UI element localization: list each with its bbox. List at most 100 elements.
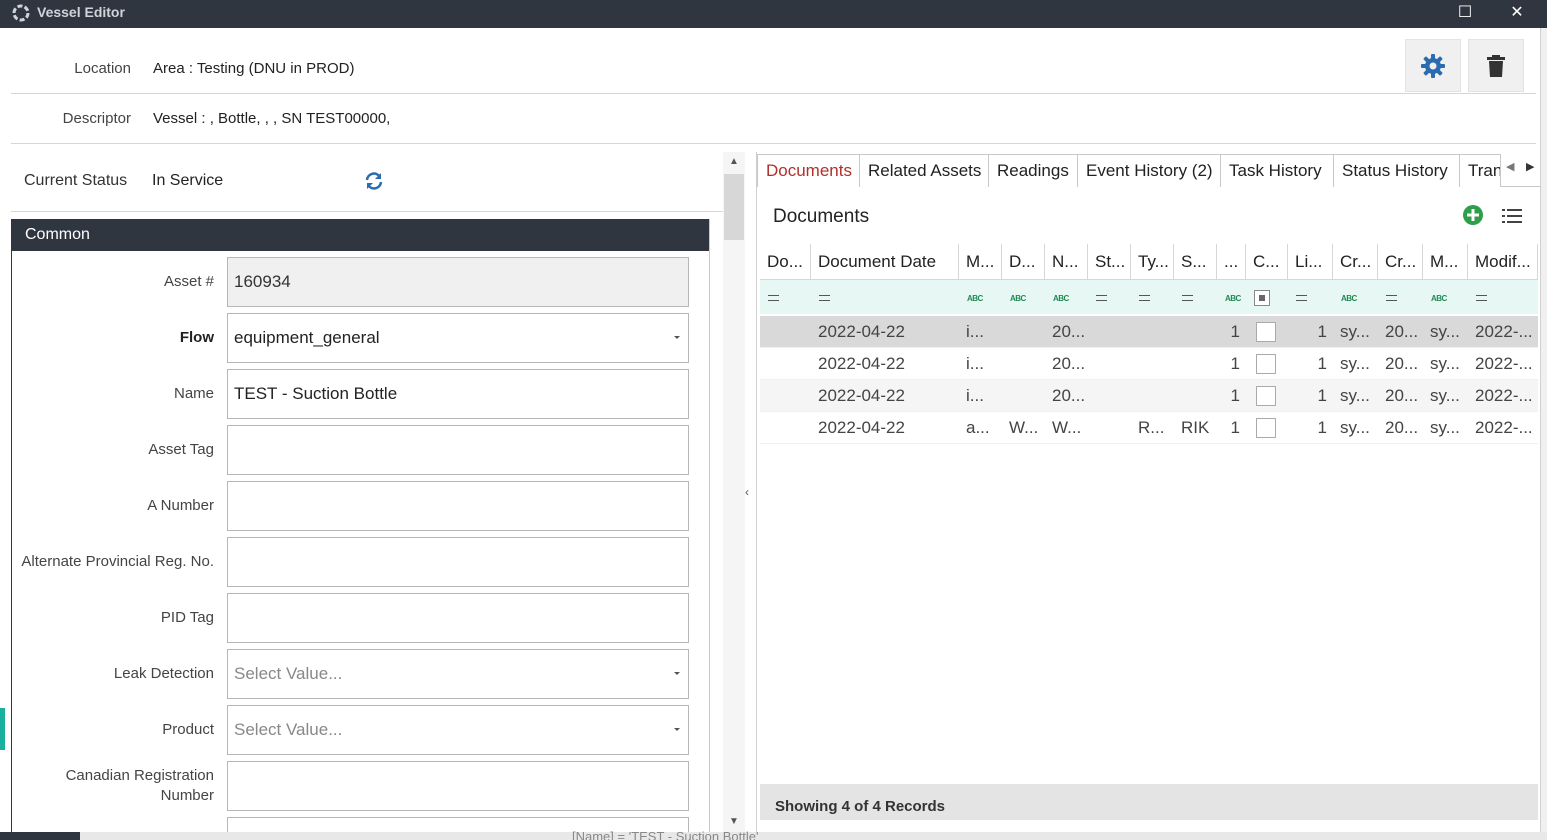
filter-equals-icon[interactable] — [1182, 280, 1217, 314]
canadian-registration-label: Canadian Registration — [65, 767, 214, 784]
alt-provincial-reg-input[interactable] — [227, 537, 689, 587]
column-header[interactable]: N... — [1045, 244, 1088, 280]
table-cell: 2022-... — [1475, 322, 1533, 341]
field-pid-tag: PID Tag — [12, 587, 709, 643]
column-header[interactable]: D... — [1002, 244, 1045, 280]
row-checkbox[interactable] — [1256, 322, 1276, 342]
filter-equals-icon[interactable] — [1296, 280, 1333, 314]
table-cell: sy... — [1340, 322, 1370, 341]
tab-status-history[interactable]: Status History — [1333, 154, 1460, 187]
field-flow: Flow equipment_general — [12, 307, 709, 363]
filter-checkbox-icon[interactable] — [1254, 280, 1288, 314]
column-header[interactable]: Ty... — [1131, 244, 1174, 280]
settings-button[interactable] — [1405, 39, 1461, 92]
tab-task-history[interactable]: Task History — [1220, 154, 1334, 187]
flow-select[interactable]: equipment_general — [227, 313, 689, 363]
canadian-registration-input[interactable] — [227, 761, 689, 811]
table-cell — [1174, 380, 1217, 412]
name-label: Name — [173, 385, 214, 402]
row-checkbox[interactable] — [1256, 386, 1276, 406]
tab-event-history[interactable]: Event History (2) — [1077, 154, 1221, 187]
filter-equals-icon[interactable] — [1096, 280, 1131, 314]
filter-text-icon[interactable]: ABC — [1010, 280, 1045, 314]
column-header[interactable]: ... — [1217, 244, 1246, 280]
a-number-input[interactable] — [227, 481, 689, 531]
table-cell: 1 — [1317, 354, 1327, 373]
tab-related-assets[interactable]: Related Assets — [859, 154, 989, 187]
column-header[interactable]: St... — [1088, 244, 1131, 280]
scroll-down-icon[interactable]: ▼ — [729, 816, 739, 827]
table-cell: 20... — [1385, 386, 1419, 405]
tab-scroll-right-icon[interactable]: ▶ — [1526, 160, 1534, 173]
table-cell — [1002, 316, 1045, 348]
column-header[interactable]: Cr... — [1378, 244, 1423, 280]
filter-equals-icon[interactable] — [1139, 280, 1174, 314]
left-panel-scrollbar[interactable]: ▲ ▼ — [723, 152, 745, 832]
filter-text-icon[interactable]: ABC — [1431, 280, 1468, 314]
filter-text-icon[interactable]: ABC — [967, 280, 1002, 314]
table-cell: 2022-04-22 — [818, 386, 905, 405]
column-header[interactable]: Modif... — [1468, 244, 1538, 280]
tab-transfers[interactable]: Tran — [1459, 154, 1501, 187]
name-input[interactable]: TEST - Suction Bottle — [227, 369, 689, 419]
table-row[interactable]: 2022-04-22 i... 20... 1 1 sy... 20... sy... 2022… — [760, 316, 1538, 348]
bottom-strip — [0, 832, 1547, 840]
table-cell: sy... — [1340, 386, 1370, 405]
table-cell: 2022-... — [1475, 354, 1533, 373]
table-row[interactable]: 2022-04-22 i... 20... 1 1 sy... 20... sy... 2022… — [760, 380, 1538, 412]
table-cell: sy... — [1340, 354, 1370, 373]
table-row[interactable]: 2022-04-22 i... 20... 1 1 sy... 20... sy... 2022… — [760, 348, 1538, 380]
column-header[interactable]: C... — [1246, 244, 1288, 280]
field-canadian-registration: Canadian Registration Number — [12, 755, 709, 811]
close-button[interactable]: ✕ — [1497, 0, 1537, 28]
leak-detection-select[interactable]: Select Value... — [227, 649, 689, 699]
field-product: Product Select Value... — [12, 699, 709, 755]
column-header[interactable]: M... — [959, 244, 1002, 280]
refresh-icon[interactable] — [363, 170, 385, 192]
row-checkbox[interactable] — [1256, 354, 1276, 374]
tab-scroll-left-icon[interactable]: ◀ — [1506, 160, 1514, 173]
documents-panel: Documents Related Assets Readings Event … — [756, 152, 1541, 832]
plus-circle-icon[interactable] — [1462, 204, 1484, 226]
window-title: Vessel Editor — [37, 4, 125, 20]
filter-equals-icon[interactable] — [1386, 280, 1423, 314]
canadian-registration-label-line2: Number — [160, 787, 214, 804]
column-header[interactable]: Li... — [1288, 244, 1333, 280]
collapse-panel-icon[interactable]: ‹ — [745, 485, 749, 499]
asset-tag-input[interactable] — [227, 425, 689, 475]
column-header[interactable]: Cr... — [1333, 244, 1378, 280]
table-cell — [1088, 348, 1131, 380]
filter-equals-icon[interactable] — [768, 280, 811, 314]
leak-detection-placeholder: Select Value... — [234, 664, 343, 683]
column-header[interactable]: Document Date — [811, 244, 959, 280]
tab-readings[interactable]: Readings — [988, 154, 1078, 187]
column-header[interactable]: Do... — [760, 244, 811, 280]
table-cell — [760, 412, 811, 444]
column-header[interactable]: M... — [1423, 244, 1468, 280]
table-cell: sy... — [1430, 354, 1460, 373]
scrollbar-thumb[interactable] — [724, 174, 744, 240]
table-cell: sy... — [1430, 386, 1460, 405]
asset-number-field: 160934 — [227, 257, 689, 307]
scroll-up-icon[interactable]: ▲ — [729, 156, 739, 167]
list-icon[interactable] — [1501, 206, 1523, 226]
filter-equals-icon[interactable] — [819, 280, 959, 314]
product-label: Product — [162, 721, 214, 738]
filter-equals-icon[interactable] — [1476, 280, 1538, 314]
table-cell: 20... — [1052, 322, 1086, 341]
row-checkbox[interactable] — [1256, 418, 1276, 438]
column-header[interactable]: S... — [1174, 244, 1217, 280]
tab-documents[interactable]: Documents — [757, 154, 861, 187]
table-cell: i... — [966, 322, 984, 341]
delete-button[interactable] — [1468, 39, 1524, 92]
filter-text-icon[interactable]: ABC — [1053, 280, 1088, 314]
product-placeholder: Select Value... — [234, 720, 343, 739]
location-row: Location Area : Testing (DNU in PROD) — [11, 44, 1536, 94]
filter-text-icon[interactable]: ABC — [1225, 280, 1246, 314]
pid-tag-input[interactable] — [227, 593, 689, 643]
maximize-button[interactable]: ☐ — [1445, 0, 1485, 28]
filter-text-icon[interactable]: ABC — [1341, 280, 1378, 314]
chevron-down-icon — [674, 672, 680, 675]
product-select[interactable]: Select Value... — [227, 705, 689, 755]
table-row[interactable]: 2022-04-22 a... W... W... R... RIK 1 1 sy... 20..… — [760, 412, 1538, 444]
